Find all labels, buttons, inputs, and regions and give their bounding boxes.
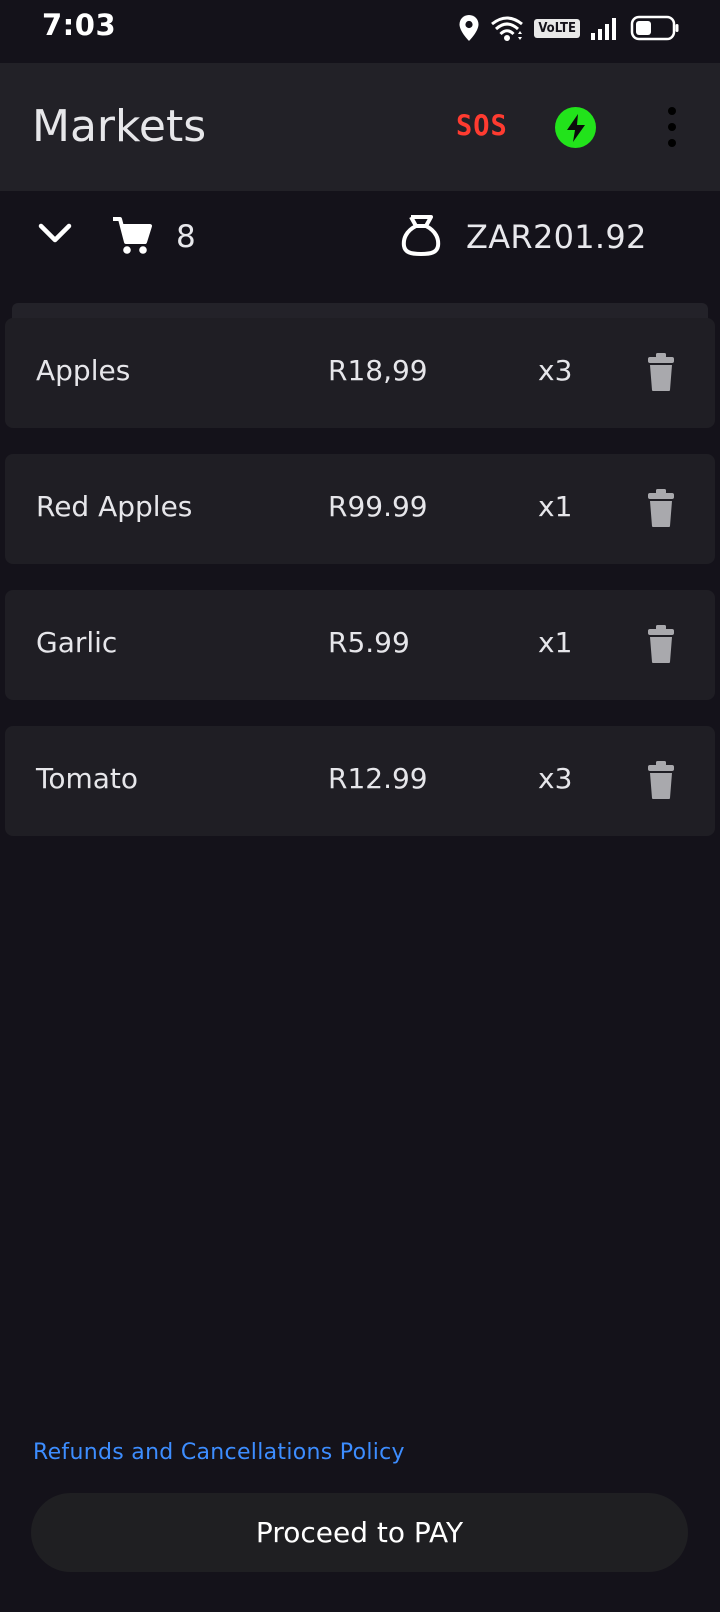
item-name: Red Apples [36, 490, 193, 523]
more-options-button[interactable] [660, 107, 684, 147]
item-quantity: x3 [538, 354, 573, 387]
app-bar: Markets SOS [0, 63, 720, 191]
item-quantity: x3 [538, 762, 573, 795]
chevron-down-icon[interactable] [38, 221, 72, 245]
cart-total: ZAR201.92 [466, 218, 647, 256]
status-time: 7:03 [42, 8, 117, 42]
item-price: R5.99 [328, 626, 410, 659]
item-quantity: x1 [538, 490, 573, 523]
item-name: Apples [36, 354, 131, 387]
volte-badge: VoLTE [534, 18, 580, 38]
cart-summary: 8 ZAR201.92 [0, 191, 720, 291]
item-name: Tomato [36, 762, 139, 795]
status-icons: VoLTE [458, 13, 680, 43]
item-price: R99.99 [328, 490, 428, 523]
page-title: Markets [32, 101, 207, 152]
item-name: Garlic [36, 626, 118, 659]
cart-count: 8 [176, 219, 196, 255]
cart-item: Garlic R5.99 x1 [5, 590, 715, 700]
location-pin-icon [459, 15, 479, 41]
money-bag-icon [401, 215, 441, 256]
status-bar: 7:03 VoLTE [0, 0, 720, 62]
item-price: R18,99 [328, 354, 428, 387]
trash-icon[interactable] [646, 624, 676, 664]
cart-item: Red Apples R99.99 x1 [5, 454, 715, 564]
proceed-to-pay-button[interactable]: Proceed to PAY [31, 1493, 688, 1572]
cart-item: Apples R18,99 x3 [5, 318, 715, 428]
shopping-cart-icon [113, 217, 152, 254]
item-price: R12.99 [328, 762, 428, 795]
quick-action-button[interactable] [555, 107, 596, 148]
trash-icon[interactable] [646, 760, 676, 800]
trash-icon[interactable] [646, 352, 676, 392]
trash-icon[interactable] [646, 488, 676, 528]
cellular-signal-icon [591, 18, 616, 40]
cart-item: Tomato R12.99 x3 [5, 726, 715, 836]
lightning-bolt-icon [566, 113, 585, 142]
wifi-icon [491, 16, 524, 41]
sos-button[interactable]: SOS [456, 110, 508, 143]
item-quantity: x1 [538, 626, 573, 659]
battery-icon [630, 15, 679, 41]
more-vertical-icon [668, 107, 676, 115]
refund-policy-link[interactable]: Refunds and Cancellations Policy [33, 1440, 405, 1465]
